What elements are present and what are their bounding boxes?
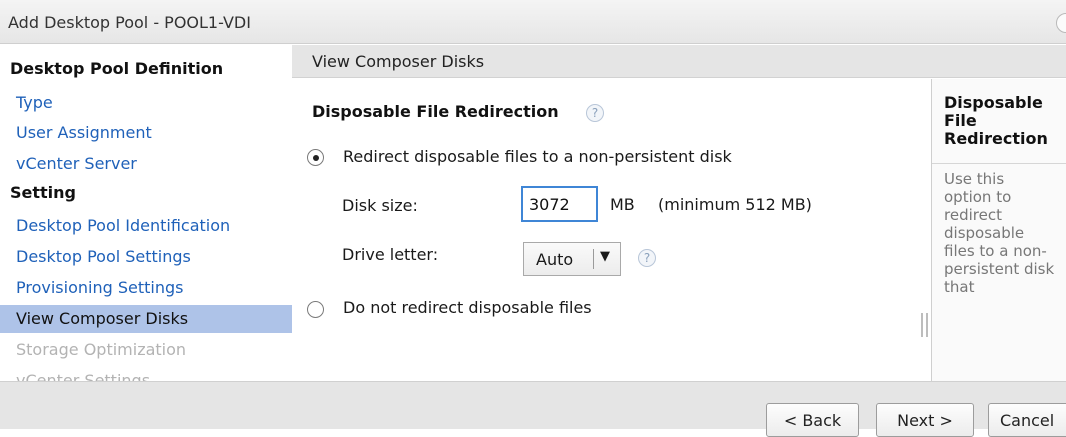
sidebar-section-definition: Desktop Pool Definition bbox=[10, 59, 224, 78]
help-body: Use this option to redirect disposable f… bbox=[944, 170, 1055, 296]
title-bar: Add Desktop Pool - POOL1-VDI bbox=[0, 0, 1066, 44]
sidebar-section-setting: Setting bbox=[10, 183, 76, 202]
section-title: Disposable File Redirection bbox=[312, 102, 559, 121]
redirect-radio[interactable] bbox=[307, 149, 324, 166]
drive-letter-select[interactable]: Auto ▼ bbox=[523, 242, 621, 276]
wizard-footer: < Back Next > Cancel bbox=[0, 381, 1066, 437]
no-redirect-radio[interactable] bbox=[307, 301, 324, 318]
main-panel: View Composer Disks Disposable File Redi… bbox=[292, 45, 1066, 381]
next-button[interactable]: Next > bbox=[876, 403, 974, 437]
no-redirect-option-label[interactable]: Do not redirect disposable files bbox=[343, 298, 592, 317]
help-title: Disposable File Redirection bbox=[944, 93, 1048, 148]
sidebar-item-provisioning-settings[interactable]: Provisioning Settings bbox=[0, 274, 292, 302]
help-divider bbox=[932, 163, 1066, 164]
disk-size-input[interactable] bbox=[521, 186, 598, 222]
drive-letter-value: Auto bbox=[536, 250, 574, 269]
question-icon[interactable]: ? bbox=[586, 104, 604, 122]
disk-size-unit: MB bbox=[610, 195, 635, 214]
back-button[interactable]: < Back bbox=[766, 403, 859, 437]
disk-size-hint: (minimum 512 MB) bbox=[658, 195, 812, 214]
panel-content: Disposable File Redirection ? Redirect d… bbox=[292, 79, 932, 381]
sidebar-item-pool-settings[interactable]: Desktop Pool Settings bbox=[0, 243, 292, 271]
sidebar-item-type[interactable]: Type bbox=[0, 89, 292, 117]
resize-grip[interactable] bbox=[921, 313, 928, 337]
sidebar-item-storage-optimization: Storage Optimization bbox=[16, 340, 187, 359]
drive-letter-label: Drive letter: bbox=[342, 245, 439, 264]
select-separator bbox=[593, 249, 594, 269]
cancel-button[interactable]: Cancel bbox=[988, 403, 1066, 437]
question-icon[interactable]: ? bbox=[638, 249, 656, 267]
wizard-sidebar: Desktop Pool Definition Type User Assign… bbox=[0, 45, 292, 381]
sidebar-item-view-composer-disks[interactable]: View Composer Disks bbox=[0, 305, 292, 333]
chevron-down-icon: ▼ bbox=[600, 249, 610, 264]
sidebar-item-pool-identification[interactable]: Desktop Pool Identification bbox=[0, 212, 292, 240]
help-icon[interactable] bbox=[1056, 13, 1066, 33]
sidebar-item-user-assignment[interactable]: User Assignment bbox=[0, 119, 292, 147]
sidebar-item-vcenter-settings: vCenter Settings bbox=[16, 371, 151, 381]
panel-header: View Composer Disks bbox=[292, 45, 1066, 78]
disk-size-label: Disk size: bbox=[342, 196, 418, 215]
redirect-option-label[interactable]: Redirect disposable files to a non-persi… bbox=[343, 147, 732, 166]
sidebar-item-vcenter-server[interactable]: vCenter Server bbox=[0, 150, 292, 178]
window-title: Add Desktop Pool - POOL1-VDI bbox=[8, 13, 251, 32]
help-panel: Disposable File Redirection Use this opt… bbox=[932, 79, 1066, 381]
panel-title: View Composer Disks bbox=[312, 52, 485, 71]
